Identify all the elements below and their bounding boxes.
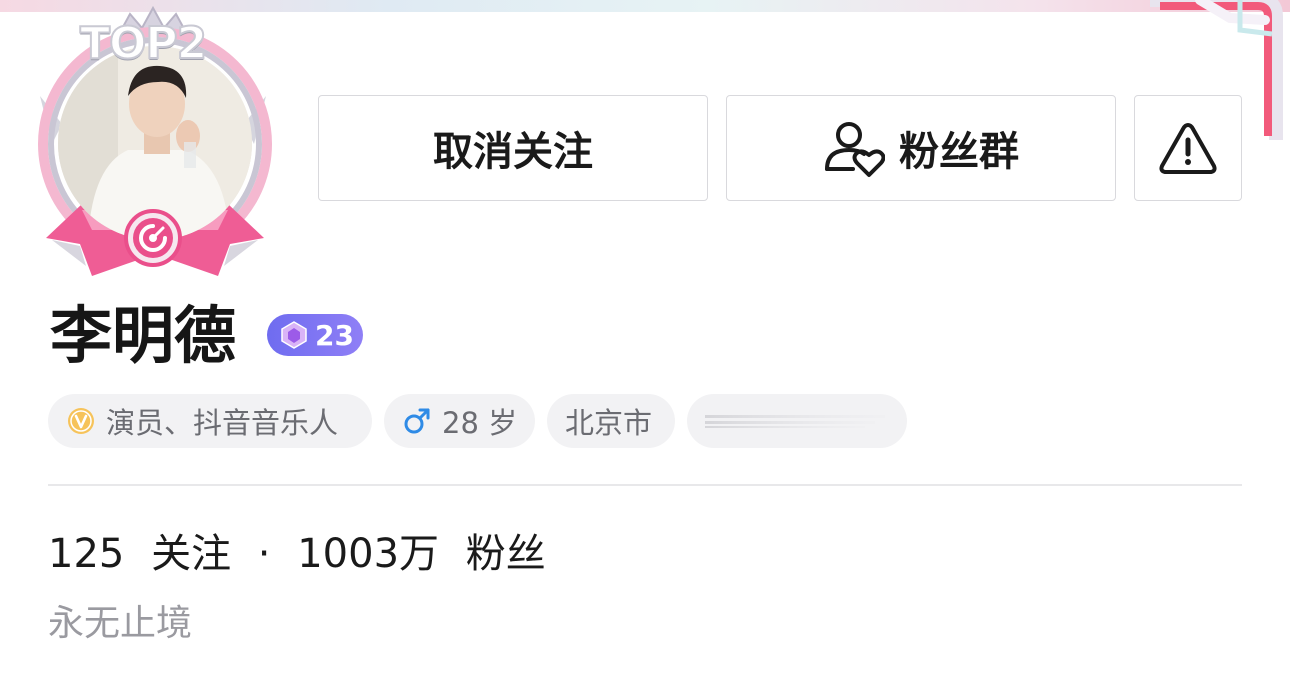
follow-stats: 125 关注 · 1003万 粉丝 — [48, 528, 546, 580]
blurred-tag — [687, 394, 907, 448]
warning-triangle-icon — [1159, 123, 1217, 174]
profile-page: TOP2 取消关注 粉丝群 李明德 23 演员、抖音音乐人 28 岁 北京市 1… — [0, 0, 1290, 689]
fan-group-button[interactable]: 粉丝群 — [726, 95, 1116, 201]
stats-separator: · — [257, 531, 271, 577]
city-text: 北京市 — [565, 406, 653, 440]
gem-icon — [279, 320, 309, 350]
profile-name: 李明德 — [50, 299, 237, 372]
followers-count[interactable]: 1003万 — [297, 531, 439, 577]
followers-label[interactable]: 粉丝 — [466, 531, 546, 577]
profile-bio: 永无止境 — [48, 603, 193, 644]
fan-group-label: 粉丝群 — [899, 129, 1019, 175]
verification-text: 演员、抖音音乐人 — [106, 406, 339, 440]
unfollow-button[interactable]: 取消关注 — [318, 95, 708, 201]
verified-icon — [66, 406, 96, 436]
avatar[interactable]: TOP2 — [22, 4, 284, 286]
verification-tag[interactable]: 演员、抖音音乐人 — [48, 394, 372, 448]
fan-group-icon — [823, 117, 885, 179]
level-number: 23 — [315, 318, 354, 352]
male-icon — [402, 406, 432, 436]
report-button[interactable] — [1134, 95, 1242, 201]
rank-emblem-icon — [124, 209, 182, 267]
city-tag: 北京市 — [547, 394, 675, 448]
blurred-content — [705, 415, 885, 428]
following-label[interactable]: 关注 — [151, 531, 231, 577]
age-text: 28 岁 — [442, 406, 518, 440]
following-count[interactable]: 125 — [48, 531, 124, 577]
age-tag: 28 岁 — [384, 394, 535, 448]
divider — [48, 484, 1242, 486]
level-badge[interactable]: 23 — [267, 314, 363, 356]
rank-badge: TOP2 — [79, 17, 208, 70]
unfollow-label: 取消关注 — [433, 129, 593, 175]
